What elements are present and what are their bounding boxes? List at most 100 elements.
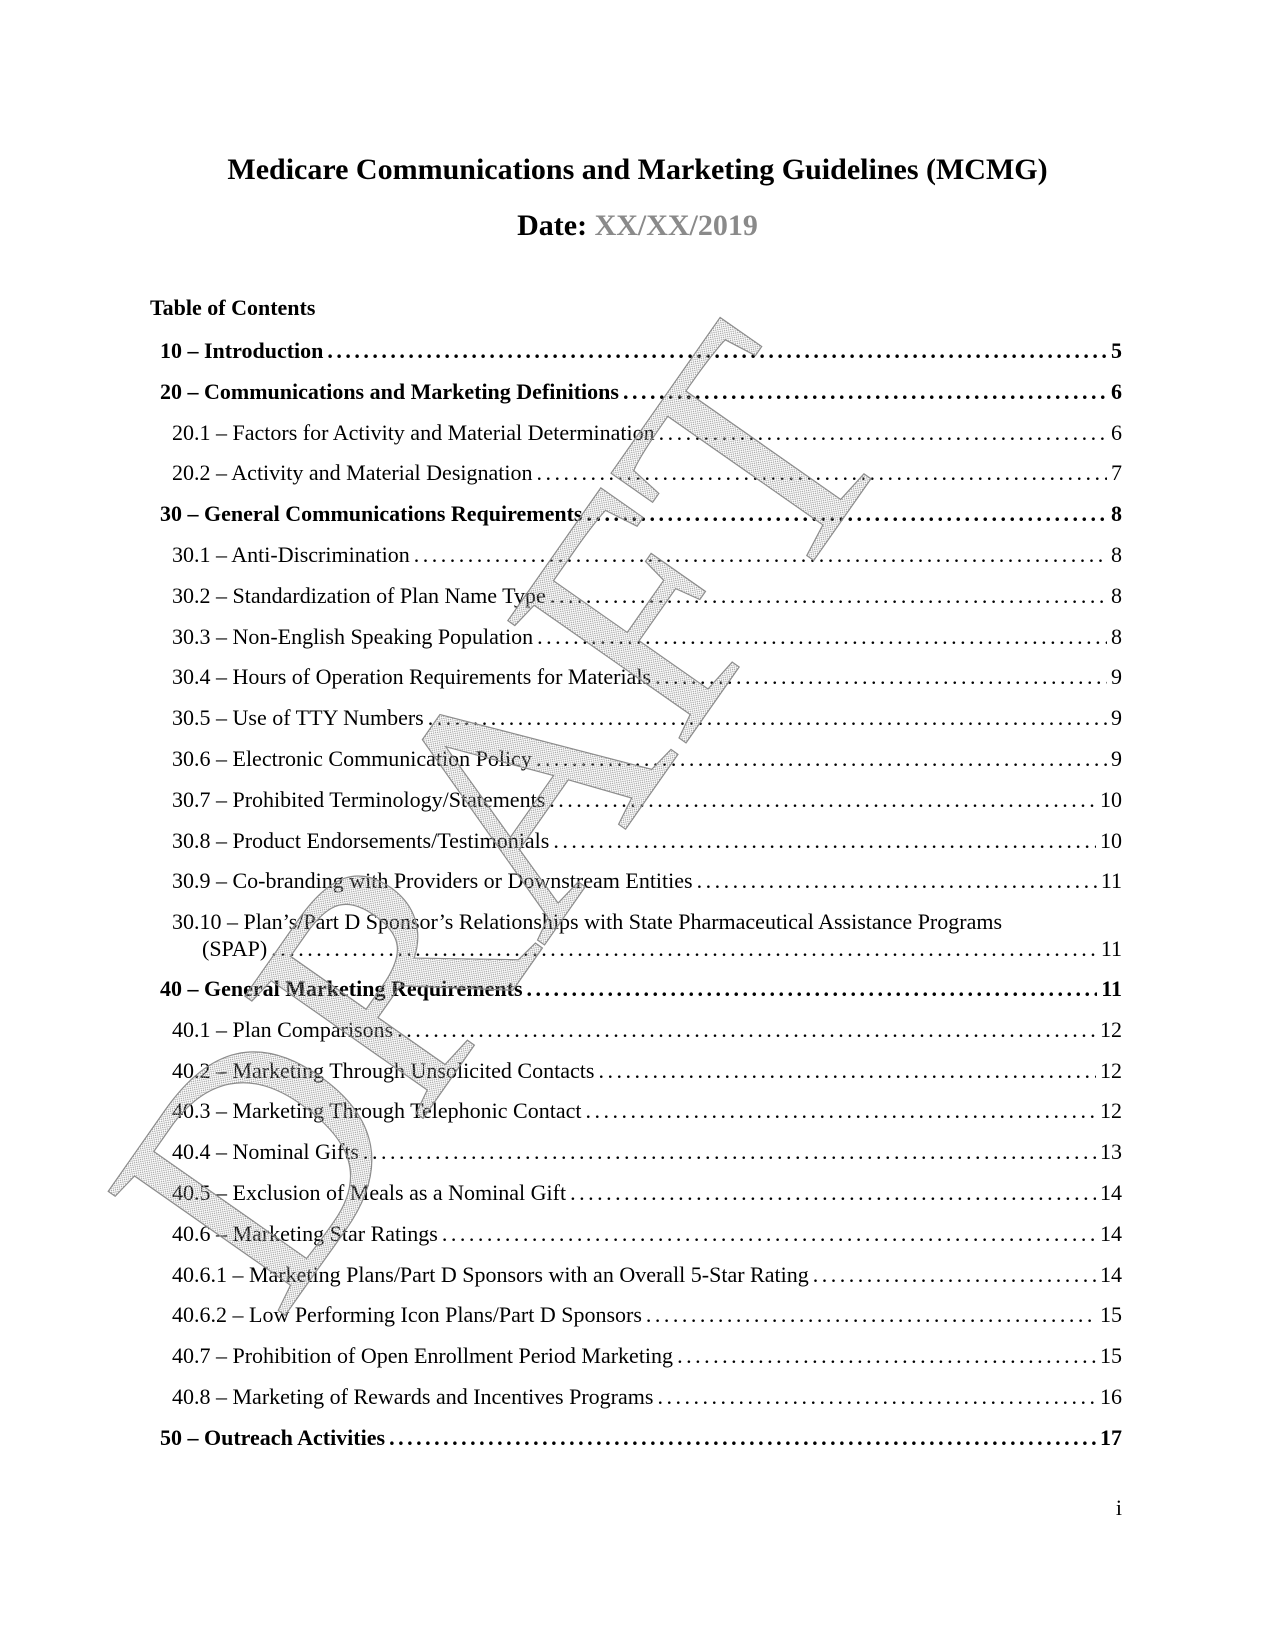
toc-entry-page: 7 [1111, 460, 1122, 486]
dot-leader [677, 1342, 1096, 1369]
toc-entry-label: 30.6 – Electronic Communication Policy [172, 746, 532, 771]
toc-entry-page: 8 [1111, 623, 1122, 649]
page-number-footer: i [1115, 1495, 1122, 1520]
toc-entry-label: 40 – General Marketing Requirements [160, 976, 523, 1001]
toc-entry-page: 11 [1101, 976, 1122, 1001]
toc-entry-page: 16 [1100, 1384, 1122, 1409]
toc-entry-label: 40.5 – Exclusion of Meals as a Nominal G… [172, 1180, 567, 1205]
toc-entry[interactable]: 20.2 – Activity and Material Designation… [172, 459, 1122, 486]
toc-entry[interactable]: 40.6.1 – Marketing Plans/Part D Sponsors… [172, 1261, 1122, 1288]
toc-entry-label: 10 – Introduction [160, 338, 324, 363]
toc-entry-page: 8 [1111, 501, 1122, 527]
toc-entry[interactable]: 30.7 – Prohibited Terminology/Statements… [172, 786, 1122, 813]
toc-entry-page: 5 [1111, 338, 1122, 363]
dot-leader [414, 541, 1107, 568]
toc-entry[interactable]: 40.1 – Plan Comparisons 12 [172, 1016, 1122, 1043]
toc-entry[interactable]: 30.9 – Co-branding with Providers or Dow… [172, 867, 1122, 894]
toc-entry-label: 40.8 – Marketing of Rewards and Incentiv… [172, 1384, 654, 1409]
toc-entry-page: 14 [1100, 1261, 1122, 1287]
toc-entry[interactable]: 40.5 – Exclusion of Meals as a Nominal G… [172, 1179, 1122, 1206]
toc-entry[interactable]: 10 – Introduction 5 [160, 337, 1122, 364]
toc-entry-page: 17 [1100, 1424, 1122, 1450]
toc-entry-page: 14 [1100, 1220, 1122, 1246]
dot-leader [536, 745, 1107, 772]
toc-entry-label: 20 – Communications and Marketing Defini… [160, 378, 619, 404]
toc-entry-page: 9 [1111, 664, 1122, 690]
dot-leader [570, 1179, 1096, 1206]
dot-leader [442, 1220, 1096, 1247]
toc-entry[interactable]: 40.8 – Marketing of Rewards and Incentiv… [172, 1383, 1122, 1410]
toc-entry-label: 30.2 – Standardization of Plan Name Type [172, 582, 546, 608]
toc-entry-page: 6 [1111, 378, 1122, 404]
toc-entry-page: 6 [1111, 419, 1122, 445]
toc-entry-label: 30 – General Communications Requirements [160, 501, 583, 527]
dot-leader [553, 827, 1096, 854]
dot-leader [598, 1057, 1096, 1084]
toc-entry[interactable]: 40.6.2 – Low Performing Icon Plans/Part … [172, 1301, 1122, 1328]
toc-entry-page: 11 [1100, 936, 1122, 962]
dot-leader [271, 935, 1097, 962]
dot-leader [537, 459, 1108, 486]
dot-leader [527, 975, 1098, 1002]
toc-entry[interactable]: 30.8 – Product Endorsements/Testimonials… [172, 827, 1122, 854]
dot-leader [585, 1097, 1096, 1124]
toc-entry[interactable]: 40.6 – Marketing Star Ratings 14 [172, 1220, 1122, 1247]
toc-entry[interactable]: 30.2 – Standardization of Plan Name Type… [172, 582, 1122, 609]
toc-entry-page: 12 [1100, 1098, 1122, 1124]
document-title: Medicare Communications and Marketing Gu… [227, 153, 1048, 186]
toc-entry-label: 30.5 – Use of TTY Numbers [172, 705, 424, 731]
dot-leader [623, 378, 1107, 405]
toc-entry-page: 8 [1111, 582, 1122, 608]
toc-entry[interactable]: 30.5 – Use of TTY Numbers 9 [172, 704, 1122, 731]
dot-leader [586, 500, 1107, 527]
toc-entry-label: 40.4 – Nominal Gifts [172, 1139, 359, 1165]
dot-leader [549, 786, 1096, 813]
toc-entry[interactable]: 40.3 – Marketing Through Telephonic Cont… [172, 1097, 1122, 1124]
dot-leader [537, 623, 1107, 650]
toc-entry-label: 40.3 – Marketing Through Telephonic Cont… [172, 1098, 582, 1124]
toc-entry-page: 9 [1111, 705, 1122, 731]
toc-entry[interactable]: 40.7 – Prohibition of Open Enrollment Pe… [172, 1342, 1122, 1369]
toc-entry-label: 40.6.1 – Marketing Plans/Part D Sponsors… [172, 1261, 809, 1287]
toc-entry-page: 12 [1100, 1057, 1122, 1083]
toc-entry-label: 40.7 – Prohibition of Open Enrollment Pe… [172, 1343, 674, 1369]
toc-entry[interactable]: 30.3 – Non-English Speaking Population 8 [172, 623, 1122, 650]
dot-leader [659, 419, 1107, 446]
toc-entry[interactable]: 30.6 – Electronic Communication Policy 9 [172, 745, 1122, 772]
toc-entry[interactable]: 30.10 – Plan’s/Part D Sponsor’s Relation… [172, 908, 1122, 962]
document-date: Date: XX/XX/2019 [0, 208, 1275, 244]
toc-entry[interactable]: 30.4 – Hours of Operation Requirements f… [172, 663, 1122, 690]
toc-entry[interactable]: 40.2 – Marketing Through Unsolicited Con… [172, 1057, 1122, 1084]
toc-entry-label: 20.2 – Activity and Material Designation [172, 460, 533, 486]
toc-entry-label: 20.1 – Factors for Activity and Material… [172, 419, 655, 445]
toc-entry[interactable]: 50 – Outreach Activities 17 [160, 1424, 1122, 1451]
toc-entry[interactable]: 20.1 – Factors for Activity and Material… [172, 419, 1122, 446]
toc-entry-page: 15 [1100, 1302, 1122, 1328]
toc-entry-page: 11 [1100, 868, 1122, 894]
toc-entry-page: 12 [1100, 1016, 1122, 1042]
toc-entry[interactable]: 40 – General Marketing Requirements 11 [160, 975, 1122, 1002]
toc-entry-page: 9 [1111, 746, 1122, 771]
dot-leader [550, 582, 1107, 609]
toc-entry-page: 14 [1100, 1180, 1122, 1205]
dot-leader [397, 1016, 1096, 1043]
toc-entry-page: 8 [1111, 542, 1122, 567]
dot-leader [697, 867, 1097, 894]
dot-leader [657, 1383, 1096, 1410]
toc-entry-label: 40.6.2 – Low Performing Icon Plans/Part … [172, 1302, 642, 1328]
date-label: Date: [517, 209, 588, 242]
toc-entry[interactable]: 20 – Communications and Marketing Defini… [160, 378, 1122, 405]
toc-entry-label: 40.2 – Marketing Through Unsolicited Con… [172, 1057, 595, 1083]
toc-entry-page: 15 [1100, 1343, 1122, 1369]
dot-leader [646, 1301, 1096, 1328]
toc-heading: Table of Contents [150, 295, 316, 320]
toc-entry[interactable]: 30.1 – Anti-Discrimination 8 [172, 541, 1122, 568]
toc-entry[interactable]: 40.4 – Nominal Gifts 13 [172, 1138, 1122, 1165]
toc-entry-continuation: (SPAP) 11 [172, 935, 1122, 962]
dot-leader [389, 1424, 1096, 1451]
toc-entry[interactable]: 30 – General Communications Requirements… [160, 500, 1122, 527]
toc-entry-label: 30.10 – Plan’s/Part D Sponsor’s Relation… [172, 909, 1003, 935]
toc-entry-label: 40.6 – Marketing Star Ratings [172, 1220, 438, 1246]
dot-leader [327, 337, 1107, 364]
dot-leader [363, 1138, 1096, 1165]
